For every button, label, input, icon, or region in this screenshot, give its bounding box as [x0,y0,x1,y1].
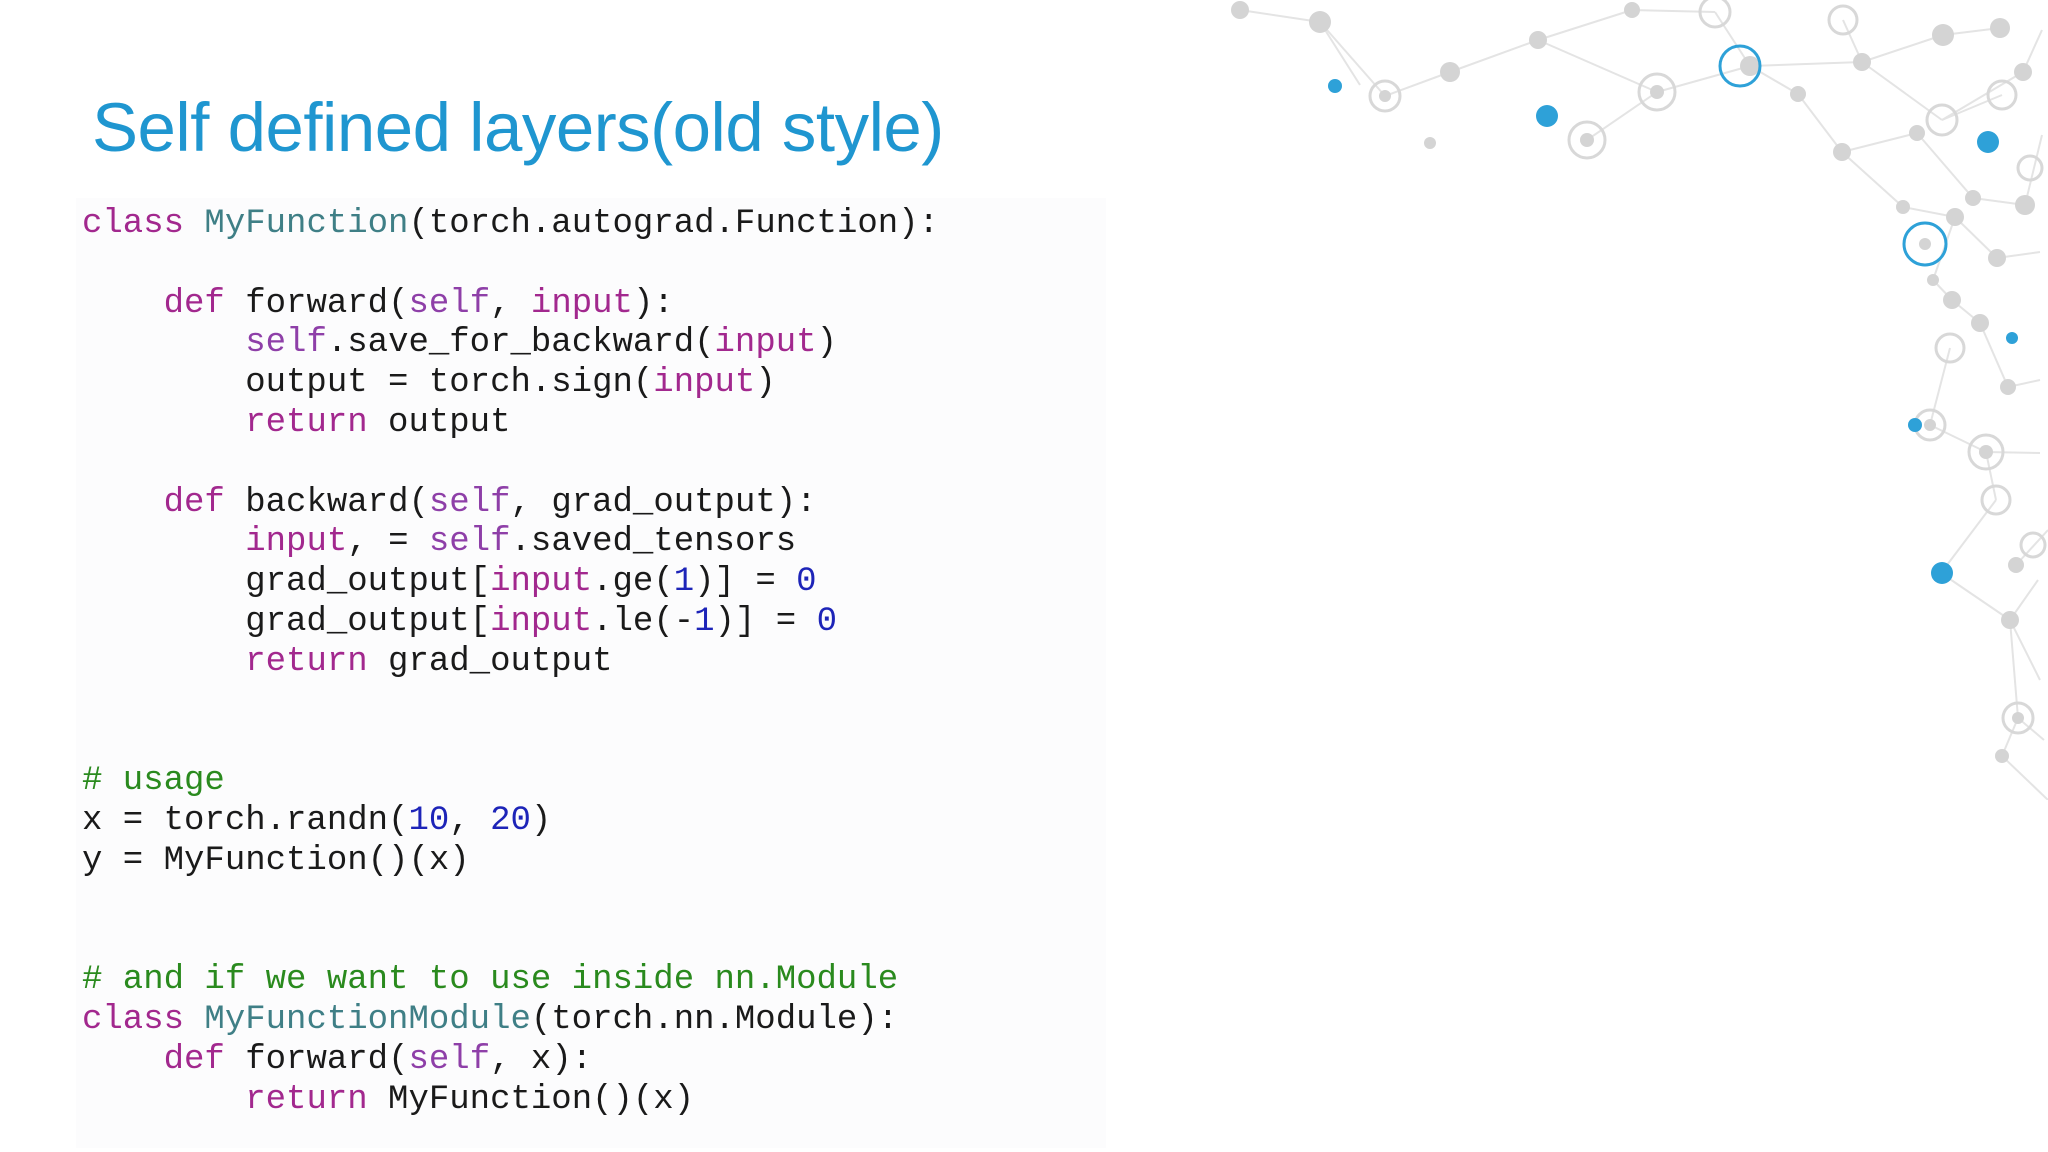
code-token: ) [530,801,552,840]
code-block: class MyFunction(torch.autograd.Function… [82,205,939,1120]
network-nodes-gray [1231,1,2035,763]
code-token: backward( [245,483,429,522]
code-token: def [163,1040,246,1079]
code-token: y = MyFunction()(x) [82,841,470,880]
code-line: return output [82,404,510,442]
code-token: output [367,403,511,442]
code-token: (torch.nn.Module): [530,1000,899,1039]
code-token: return [245,642,368,681]
code-line: return grad_output [82,642,613,681]
code-token: self [428,483,511,522]
code-token: 1 [673,563,695,602]
code-line: grad_output[input.ge(1)] = 0 [82,563,817,602]
code-line: def forward(self, input): [82,285,674,323]
code-line: class MyFunction(torch.autograd.Function… [82,205,939,243]
network-graph-decoration [1231,0,2048,800]
code-token: # usage [82,762,225,801]
code-line: y = MyFunction()(x) [82,842,470,880]
code-token: , = [347,523,429,562]
code-token: (torch.autograd.Function): [408,205,939,243]
code-line: output = torch.sign(input) [82,364,776,402]
code-token: class [82,205,205,243]
code-token: grad_output[ [82,602,491,641]
code-token: input [530,284,633,323]
slide: Self defined layers(old style) class MyF… [0,0,2048,1152]
code-token: return [245,1080,368,1119]
code-token: grad_output[ [82,563,491,602]
code-token: 0 [796,563,817,602]
code-token: , grad_output): [510,483,817,522]
code-token: .saved_tensors [510,523,797,562]
network-nodes-ring-center [1379,85,2024,724]
code-token: input [245,523,348,562]
code-token: MyFunction [204,205,409,243]
code-token: 20 [490,801,531,840]
code-token: )] = [694,563,797,602]
code-token: input [490,563,593,602]
code-token: input [490,602,593,641]
code-token: .save_for_backward( [326,324,715,363]
code-token: class [82,1000,205,1039]
network-nodes-ring [1368,0,2047,735]
code-line: input, = self.saved_tensors [82,523,796,561]
code-token: input [714,324,817,363]
code-line: def forward(self, x): [82,1040,593,1079]
slide-title: Self defined layers(old style) [92,89,944,166]
code-token: , [490,284,531,323]
code-token: self [408,1040,491,1079]
code-token: .le(- [592,602,695,641]
code-token: self [245,324,327,363]
network-nodes-blue [1328,79,2018,584]
code-token: # and if we want to use inside nn.Module [82,961,899,1000]
code-line: class MyFunctionModule(torch.nn.Module): [82,1001,898,1039]
code-token: def [163,284,246,323]
code-token: forward( [245,1040,409,1079]
code-token: MyFunctionModule [204,1000,531,1039]
code-token: 1 [694,602,715,641]
code-token: def [163,483,246,522]
code-line: def backward(self, grad_output): [82,484,817,522]
code-token: forward( [245,284,409,323]
code-token: return [245,403,368,442]
code-token: self [408,284,491,323]
code-token: input [653,364,756,403]
code-token: grad_output [367,642,613,681]
code-token: 0 [816,602,837,641]
code-token: ) [816,324,837,363]
code-line: return MyFunction()(x) [82,1081,694,1119]
code-line: x = torch.randn(10, 20) [82,802,551,840]
code-token: MyFunction()(x) [367,1080,695,1119]
code-token: self [428,523,511,562]
code-token: 10 [408,801,450,840]
code-token: , x): [490,1040,593,1079]
code-line: grad_output[input.le(-1)] = 0 [82,603,837,641]
code-line: self.save_for_backward(input) [82,324,837,362]
code-token: output = torch.sign( [82,364,654,403]
code-token: x = torch.randn( [82,801,409,840]
code-token: , [449,801,491,840]
code-line: # usage [82,762,225,800]
network-node-center [1919,238,1931,250]
code-token: ) [755,364,776,403]
code-token: ): [632,284,674,323]
network-nodes-blue-ring [1718,44,1948,267]
code-token: )] = [714,602,817,641]
network-edges [1239,9,2048,800]
code-token: .ge( [592,563,674,602]
code-line: # and if we want to use inside nn.Module [82,961,898,999]
